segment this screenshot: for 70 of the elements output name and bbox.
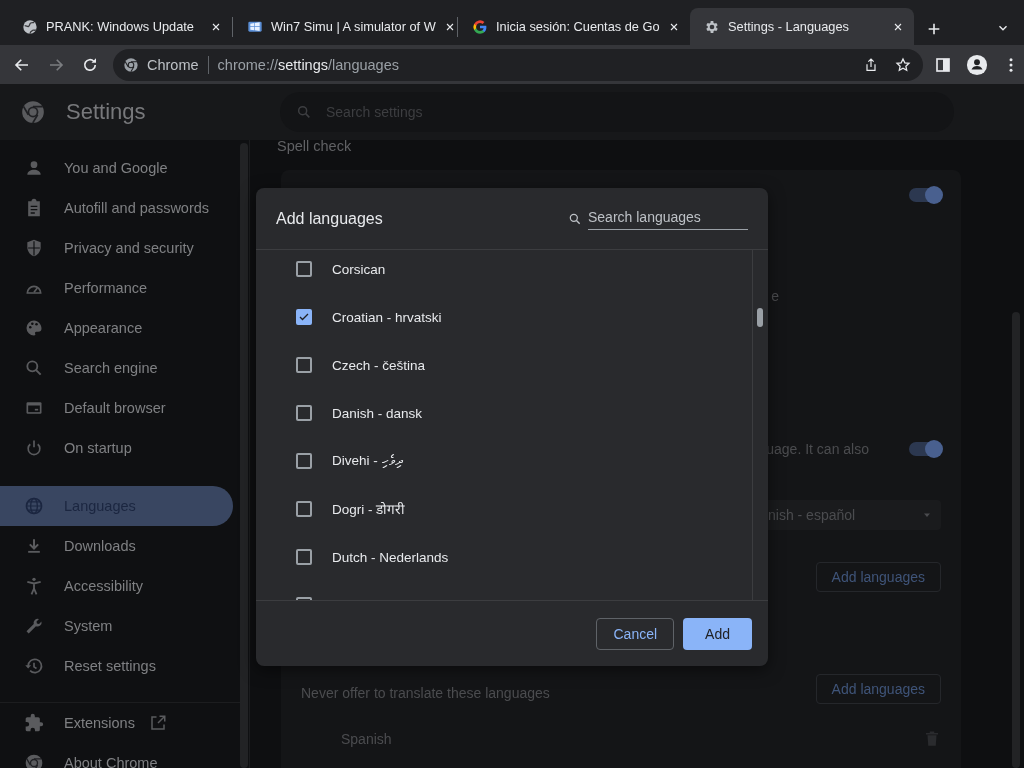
language-label: Corsican — [332, 261, 386, 277]
search-icon — [568, 211, 582, 226]
language-label: Czech - čeština — [332, 357, 426, 373]
checkbox[interactable] — [296, 309, 312, 325]
share-icon[interactable] — [863, 56, 879, 73]
section-label: Never offer to translate these languages — [301, 685, 550, 701]
sidebar-item[interactable]: Default browser — [0, 388, 233, 428]
globe-icon — [22, 18, 38, 35]
external-link-icon — [148, 714, 167, 732]
accessibility-icon — [24, 576, 44, 596]
sidebar-item[interactable]: Search engine — [0, 348, 233, 388]
sidebar-item[interactable]: Extensions — [0, 703, 233, 743]
page-title: Settings — [66, 99, 147, 125]
scrollbar[interactable] — [752, 250, 766, 600]
checkbox[interactable] — [296, 261, 312, 277]
toggle-switch[interactable] — [909, 442, 941, 456]
sidebar-item[interactable]: System — [0, 606, 233, 646]
checkbox[interactable] — [296, 549, 312, 565]
sidebar-item[interactable]: Downloads — [0, 526, 233, 566]
shield-icon — [24, 238, 44, 258]
sidebar-item[interactable]: Privacy and security — [0, 228, 233, 268]
tab[interactable]: Settings - Languages — [690, 8, 914, 45]
sidebar-item[interactable]: Performance — [0, 268, 233, 308]
sidebar-item[interactable]: Accessibility — [0, 566, 233, 606]
address-bar[interactable]: Chrome chrome://settings/languages — [113, 48, 923, 81]
toggle-switch[interactable] — [909, 188, 941, 202]
sidebar-item[interactable]: Reset settings — [0, 646, 233, 686]
avatar-icon[interactable] — [966, 53, 988, 76]
power-icon — [24, 438, 44, 458]
person-icon — [24, 158, 44, 178]
sidebar-item[interactable]: About Chrome — [0, 743, 233, 768]
sidebar-item[interactable]: Autofill and passwords — [0, 188, 233, 228]
checkbox[interactable] — [296, 501, 312, 517]
cancel-button[interactable]: Cancel — [596, 617, 675, 650]
sidebar-item[interactable]: On startup — [0, 428, 233, 468]
gear-icon — [704, 18, 720, 35]
side-panel-icon[interactable] — [934, 55, 952, 74]
new-tab-icon[interactable] — [926, 21, 942, 37]
search-icon — [24, 358, 44, 378]
search-field[interactable]: Search languages — [588, 207, 748, 230]
palette-icon — [24, 318, 44, 338]
puzzle-icon — [24, 713, 44, 733]
language-label: Danish - dansk — [332, 405, 423, 421]
search-icon — [296, 104, 312, 120]
globe-icon — [24, 496, 44, 516]
language-label: Croatian - hrvatski — [332, 309, 442, 325]
wrench-icon — [24, 616, 44, 636]
star-icon[interactable] — [895, 56, 911, 73]
checkbox[interactable] — [296, 453, 312, 469]
tab[interactable]: Inicia sesión: Cuentas de Go — [458, 8, 682, 45]
language-label: Dutch - Nederlands — [332, 549, 449, 565]
restore-icon — [24, 656, 44, 676]
letter-g-icon — [472, 18, 488, 35]
tab[interactable]: PRANK: Windows Update — [8, 8, 232, 45]
language-name: Spanish — [341, 731, 392, 747]
language-label: Dogri - डोगरी — [332, 501, 406, 518]
sidebar-item[interactable]: You and Google — [0, 148, 233, 188]
language-label: Divehi - ދިވެހި — [332, 453, 402, 469]
dialog-title: Add languages — [276, 209, 384, 228]
add-button[interactable]: Add — [683, 617, 752, 650]
url-text: chrome://settings/languages — [217, 56, 399, 73]
browser-logo-icon — [123, 56, 139, 73]
checkbox[interactable] — [296, 405, 312, 421]
tab[interactable]: Win7 Simu | A simulator of W — [233, 8, 457, 45]
browser-logo-icon — [20, 99, 46, 125]
section-title: Spell check — [277, 140, 353, 154]
sidebar-item[interactable]: Appearance — [0, 308, 233, 348]
checkbox[interactable] — [296, 357, 312, 373]
site-label: Chrome — [147, 56, 199, 73]
check-icon — [298, 311, 310, 323]
